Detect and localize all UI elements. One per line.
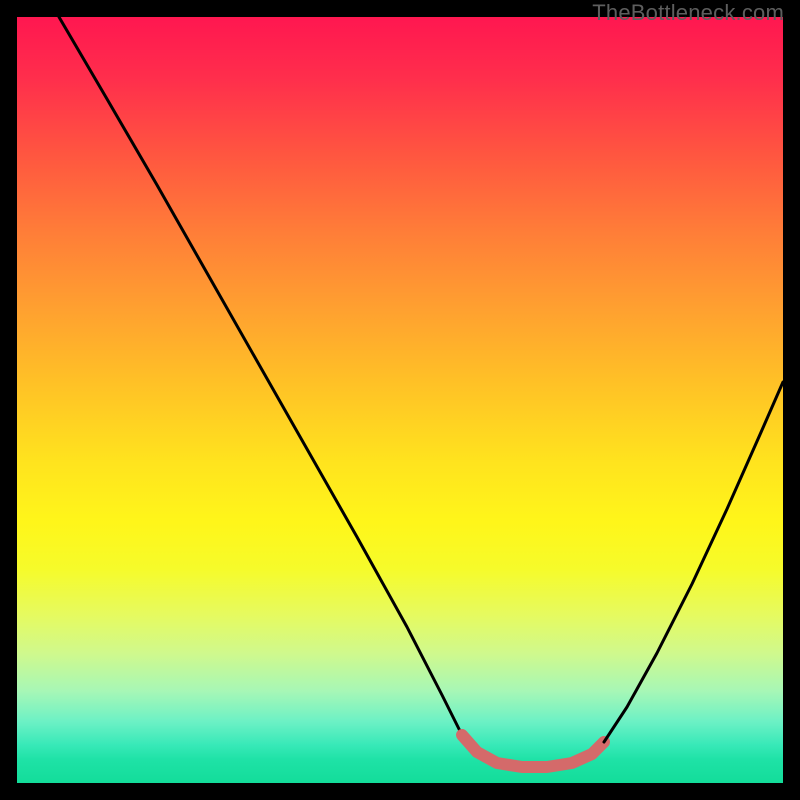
series-trough	[462, 735, 604, 767]
chart-frame: TheBottleneck.com	[0, 0, 800, 800]
plot-area	[17, 17, 783, 783]
series-right-ascent	[604, 382, 783, 742]
watermark-text: TheBottleneck.com	[592, 0, 784, 26]
curve-svg	[17, 17, 783, 783]
series-left-descent	[59, 17, 462, 735]
